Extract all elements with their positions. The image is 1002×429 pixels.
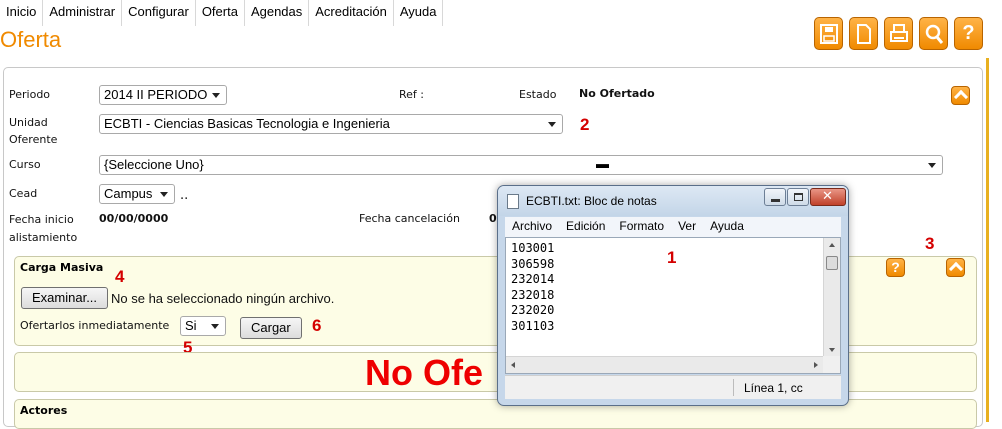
notepad-menu-ayuda[interactable]: Ayuda <box>703 217 751 237</box>
close-button[interactable]: ✕ <box>810 188 846 206</box>
maximize-icon <box>794 193 803 201</box>
annotation-2: 2 <box>580 115 590 134</box>
cead-ellipsis: .. <box>180 188 189 203</box>
browse-file-button[interactable]: Examinar... <box>21 287 109 309</box>
curso-placeholder-dash: ▬ <box>596 156 609 171</box>
print-button[interactable] <box>884 17 913 50</box>
horizontal-scrollbar[interactable] <box>506 356 823 373</box>
menu-agendas[interactable]: Agendas <box>245 0 310 26</box>
annotation-6: 6 <box>312 316 322 335</box>
notepad-statusbar: Línea 1, cc <box>505 375 841 399</box>
annotation-3: 3 <box>925 234 935 253</box>
unidad-label: Unidad Oferente <box>9 116 58 146</box>
notepad-line: 232018 <box>511 287 555 302</box>
notepad-menu-formato[interactable]: Formato <box>612 217 671 237</box>
notepad-window: ECBTI.txt: Bloc de notas ✕ Archivo Edici… <box>497 185 849 406</box>
notepad-document-icon <box>507 194 519 209</box>
notepad-menu-archivo[interactable]: Archivo <box>505 217 559 237</box>
unidad-selected: ECBTI - Ciencias Basicas Tecnologia e In… <box>104 116 390 131</box>
chevron-down-icon <box>548 122 556 127</box>
save-icon <box>819 23 838 44</box>
curso-label: Curso <box>9 158 41 171</box>
notepad-line: 306598 <box>511 256 555 271</box>
status-banner-text: No Ofe <box>365 352 484 393</box>
ofertar-selected: Si <box>185 318 197 333</box>
periodo-selected: 2014 II PERIODO <box>104 87 208 102</box>
close-icon: ✕ <box>822 189 833 204</box>
fecha-inicio-value: 00/00/0000 <box>99 212 169 225</box>
save-button[interactable] <box>814 17 843 50</box>
file-status-text: No se ha seleccionado ningún archivo. <box>111 291 335 306</box>
chevron-down-icon <box>928 163 936 168</box>
maximize-button[interactable] <box>787 188 809 206</box>
help-icon: ? <box>962 22 975 44</box>
menu-inicio[interactable]: Inicio <box>0 0 44 26</box>
scroll-right-icon <box>814 362 818 368</box>
notepad-line: 301103 <box>511 318 555 333</box>
menu-configurar[interactable]: Configurar <box>122 0 196 26</box>
vertical-scrollbar[interactable] <box>823 238 840 357</box>
curso-select[interactable]: {Seleccione Uno} ▬ <box>99 155 943 175</box>
page-title: Oferta <box>0 27 62 52</box>
menu-acreditacion[interactable]: Acreditación <box>309 0 394 26</box>
fecha-cancelacion-label: Fecha cancelación <box>359 212 460 225</box>
status-separator <box>733 379 734 396</box>
estado-label: Estado <box>519 88 557 101</box>
cead-label: Cead <box>9 187 38 200</box>
unidad-select[interactable]: ECBTI - Ciencias Basicas Tecnologia e In… <box>99 114 563 134</box>
notepad-menu-ver[interactable]: Ver <box>671 217 703 237</box>
scroll-thumb[interactable] <box>826 256 838 270</box>
actores-title: Actores <box>20 404 68 417</box>
print-icon <box>889 23 908 42</box>
fecha-inicio-label: Fecha inicio alistamiento <box>9 213 78 244</box>
carga-help-button[interactable]: ? <box>886 258 905 277</box>
cargar-button[interactable]: Cargar <box>240 317 302 339</box>
ofertar-label: Ofertarlos inmediatamente <box>20 319 170 332</box>
scroll-up-icon <box>829 243 835 247</box>
notepad-line: 232014 <box>511 272 555 286</box>
scroll-corner <box>823 356 840 373</box>
annotation-4: 4 <box>115 267 125 286</box>
notepad-text-area[interactable]: 103001 306598 232014 232018 232020 30110… <box>505 237 841 374</box>
page-edge-stripe <box>986 58 989 422</box>
curso-selected: {Seleccione Uno} <box>104 157 204 172</box>
collapse-carga-button[interactable] <box>946 258 965 277</box>
top-menu-bar: Inicio Administrar Configurar Oferta Age… <box>0 0 444 26</box>
scroll-down-icon <box>829 348 835 352</box>
periodo-label: Periodo <box>9 88 51 101</box>
fecha-cancelacion-value: 0 <box>489 212 497 225</box>
ref-label: Ref : <box>399 88 424 101</box>
minimize-icon <box>771 199 780 202</box>
menu-oferta[interactable]: Oferta <box>196 0 245 26</box>
notepad-lines: 103001 306598 232014 232018 232020 30110… <box>511 241 554 334</box>
help-button[interactable]: ? <box>954 17 983 50</box>
menu-ayuda[interactable]: Ayuda <box>394 0 444 26</box>
cursor-position: Línea 1, cc <box>744 381 803 395</box>
notepad-title: ECBTI.txt: Bloc de notas <box>526 194 657 208</box>
collapse-form-button[interactable] <box>951 86 970 105</box>
cead-select[interactable]: Campus <box>99 184 175 204</box>
chevron-down-icon <box>212 93 220 98</box>
document-icon <box>856 23 871 44</box>
notepad-menu-edicion[interactable]: Edición <box>559 217 612 237</box>
chevron-down-icon <box>211 324 219 329</box>
search-icon <box>925 24 943 44</box>
notepad-menubar: Archivo Edición Formato Ver Ayuda <box>505 217 841 237</box>
notepad-line: 232020 <box>511 303 555 317</box>
search-button[interactable] <box>919 17 948 50</box>
notepad-line: 103001 <box>511 241 555 255</box>
cead-selected: Campus <box>104 186 153 201</box>
estado-value: No Ofertado <box>579 87 655 100</box>
annotation-1: 1 <box>667 248 677 267</box>
minimize-button[interactable] <box>764 188 786 206</box>
notepad-titlebar[interactable]: ECBTI.txt: Bloc de notas ✕ <box>498 186 848 216</box>
chevron-down-icon <box>160 192 168 197</box>
carga-masiva-title: Carga Masiva <box>20 261 104 274</box>
ofertar-select[interactable]: Si <box>180 316 226 336</box>
menu-administrar[interactable]: Administrar <box>43 0 123 26</box>
new-document-button[interactable] <box>849 17 878 50</box>
periodo-select[interactable]: 2014 II PERIODO <box>99 85 227 105</box>
scroll-left-icon <box>511 362 515 368</box>
